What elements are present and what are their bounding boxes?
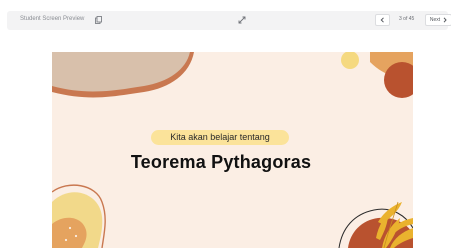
top-right-yellow-dot [341, 52, 359, 69]
top-left-beige-blob [52, 52, 190, 92]
next-button-label: Next [429, 17, 441, 23]
expand-icon[interactable] [238, 16, 246, 24]
chevron-left-icon [380, 17, 384, 23]
bottom-left-dot-2 [74, 234, 78, 238]
chevron-right-icon [443, 17, 447, 23]
slide-title: Teorema Pythagoras [130, 152, 312, 172]
next-slide-button[interactable]: Next [425, 14, 451, 26]
preview-label: Student Screen Preview [20, 16, 85, 22]
page-indicator: 3 of 45 [399, 16, 415, 22]
bottom-left-dot-3 [64, 238, 68, 242]
slide-canvas: Kita akan belajar tentang Teorema Pythag… [52, 52, 413, 248]
copy-icon[interactable] [95, 16, 102, 24]
bottom-left-dot-1 [68, 226, 72, 230]
prev-slide-button[interactable] [375, 14, 390, 26]
preview-toolbar: Student Screen Preview 3 of 45 Next [7, 11, 451, 30]
slide-subtitle: Kita akan belajar tentang [170, 132, 270, 142]
slide-decorations [52, 52, 413, 248]
